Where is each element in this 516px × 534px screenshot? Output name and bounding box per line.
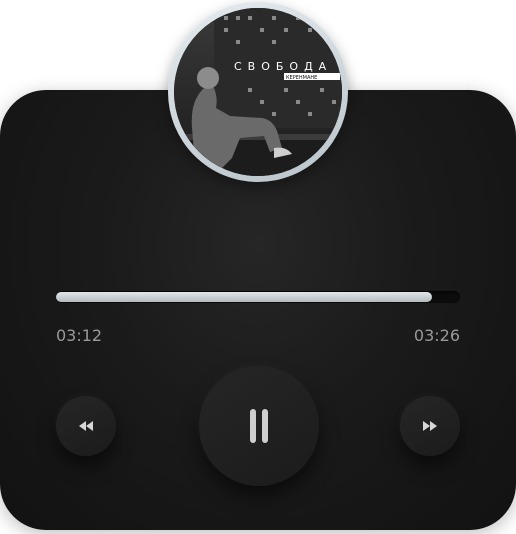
progress-fill [56,292,432,302]
pause-button[interactable] [199,366,319,486]
rewind-icon [78,421,94,431]
elapsed-time: 03:12 [56,326,103,345]
fast-forward-button[interactable] [400,396,460,456]
music-player: СВОБОДА КЕРЕНМАНЕ 03:12 03:26 [0,0,516,534]
fast-forward-icon [422,421,438,431]
album-cover: СВОБОДА КЕРЕНМАНЕ [174,8,342,176]
album-cover-ring: СВОБОДА КЕРЕНМАНЕ [168,2,348,182]
total-duration: 03:26 [413,326,460,345]
album-title: СВОБОДА [234,60,332,73]
pause-icon [249,409,269,443]
album-art: СВОБОДА КЕРЕНМАНЕ [174,8,342,176]
album-subtitle: КЕРЕНМАНЕ [286,75,317,81]
rewind-button[interactable] [56,396,116,456]
progress-bar[interactable] [56,291,460,303]
